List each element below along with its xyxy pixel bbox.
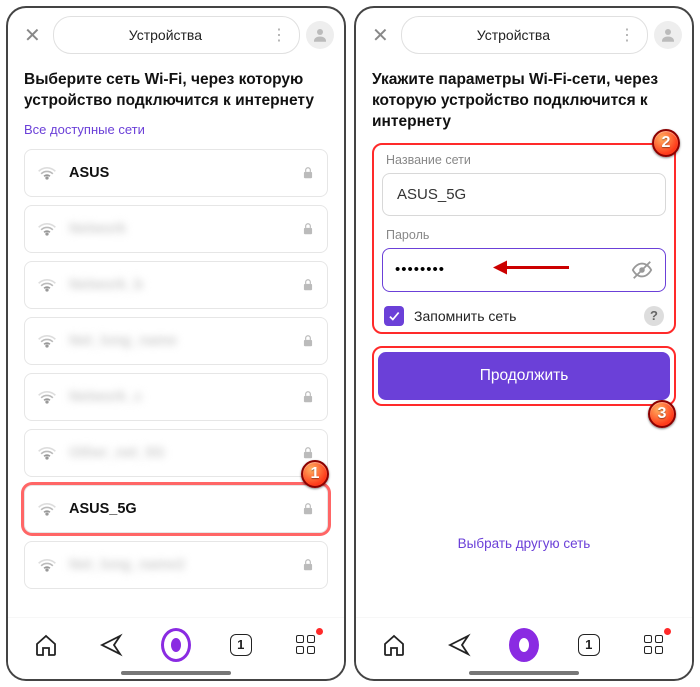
content-left: Выберите сеть Wi-Fi, через которую устро… <box>8 62 344 617</box>
network-name: ASUS <box>69 165 289 181</box>
remember-label: Запомнить сеть <box>414 308 634 324</box>
lock-icon <box>301 502 315 516</box>
bottom-nav: 1 <box>8 617 344 671</box>
ssid-input[interactable] <box>382 173 666 216</box>
remember-checkbox[interactable] <box>384 306 404 326</box>
notification-dot-icon <box>316 628 323 635</box>
network-item[interactable]: Network <box>24 205 328 253</box>
phone-left: ✕ Устройства ⋮ Выберите сеть Wi-Fi, чере… <box>6 6 346 681</box>
title-pill[interactable]: Устройства ⋮ <box>401 16 648 54</box>
wifi-icon <box>37 219 57 239</box>
network-item[interactable]: ASUS <box>24 149 328 197</box>
close-button[interactable]: ✕ <box>366 21 395 50</box>
choose-other-network-link[interactable]: Выбрать другую сеть <box>372 536 676 551</box>
header-title: Устройства <box>414 27 613 43</box>
network-name: Other_net_5G <box>69 445 289 461</box>
bottom-nav: 1 <box>356 617 692 671</box>
page-heading: Укажите параметры Wi-Fi-сети, через кото… <box>372 70 676 133</box>
wifi-icon <box>37 163 57 183</box>
wifi-icon <box>37 443 57 463</box>
nav-home[interactable] <box>31 630 61 660</box>
wifi-icon <box>37 387 57 407</box>
nav-tabs[interactable]: 1 <box>574 630 604 660</box>
header: ✕ Устройства ⋮ <box>8 8 344 62</box>
network-item[interactable]: ASUS_5G <box>24 485 328 533</box>
home-indicator <box>121 671 231 675</box>
network-item[interactable]: Net_long_name2 <box>24 541 328 589</box>
form-highlight: Название сети Пароль Запомнить сеть ? 2 <box>372 143 676 334</box>
toggle-visibility-icon[interactable] <box>631 259 653 281</box>
network-name: Network <box>69 221 289 237</box>
more-icon[interactable]: ⋮ <box>613 25 635 45</box>
wifi-icon <box>37 555 57 575</box>
network-name: Network_c <box>69 389 289 405</box>
remember-row: Запомнить сеть ? <box>384 306 664 326</box>
network-name: Network_b <box>69 277 289 293</box>
lock-icon <box>301 334 315 348</box>
more-icon[interactable]: ⋮ <box>265 25 287 45</box>
password-input[interactable] <box>395 261 631 278</box>
network-name: Net_long_name <box>69 333 289 349</box>
close-button[interactable]: ✕ <box>18 21 47 50</box>
page-heading: Выберите сеть Wi-Fi, через которую устро… <box>24 70 328 112</box>
nav-send[interactable] <box>444 630 474 660</box>
lock-icon <box>301 446 315 460</box>
help-icon[interactable]: ? <box>644 306 664 326</box>
password-field-wrap <box>382 248 666 292</box>
continue-button[interactable]: Продолжить <box>378 352 670 400</box>
password-label: Пароль <box>386 228 662 242</box>
lock-icon <box>301 558 315 572</box>
all-networks-link[interactable]: Все доступные сети <box>24 122 328 137</box>
network-list: ASUS Network Network_b Net_long_name Network… <box>24 149 328 597</box>
network-item[interactable]: Net_long_name <box>24 317 328 365</box>
network-name: Net_long_name2 <box>69 557 289 573</box>
annotation-badge-2: 2 <box>652 129 680 157</box>
nav-tabs[interactable]: 1 <box>226 630 256 660</box>
lock-icon <box>301 278 315 292</box>
network-item[interactable]: Network_c <box>24 373 328 421</box>
nav-home[interactable] <box>379 630 409 660</box>
nav-alice[interactable] <box>161 630 191 660</box>
notification-dot-icon <box>664 628 671 635</box>
header: ✕ Устройства ⋮ <box>356 8 692 62</box>
wifi-icon <box>37 331 57 351</box>
annotation-badge-1: 1 <box>301 460 329 488</box>
person-icon <box>659 26 677 44</box>
nav-send[interactable] <box>96 630 126 660</box>
wifi-icon <box>37 275 57 295</box>
annotation-badge-3: 3 <box>648 400 676 428</box>
network-item[interactable]: Network_b <box>24 261 328 309</box>
person-icon <box>311 26 329 44</box>
network-name: ASUS_5G <box>69 501 289 517</box>
content-right: Укажите параметры Wi-Fi-сети, через кото… <box>356 62 692 617</box>
lock-icon <box>301 390 315 404</box>
nav-menu[interactable] <box>291 630 321 660</box>
title-pill[interactable]: Устройства ⋮ <box>53 16 300 54</box>
lock-icon <box>301 166 315 180</box>
home-indicator <box>469 671 579 675</box>
phone-right: ✕ Устройства ⋮ Укажите параметры Wi-Fi-с… <box>354 6 694 681</box>
ssid-label: Название сети <box>386 153 662 167</box>
header-title: Устройства <box>66 27 265 43</box>
continue-highlight: Продолжить 3 <box>372 346 676 406</box>
network-item[interactable]: Other_net_5G <box>24 429 328 477</box>
nav-alice[interactable] <box>509 630 539 660</box>
nav-menu[interactable] <box>639 630 669 660</box>
wifi-icon <box>37 499 57 519</box>
avatar[interactable] <box>306 21 334 49</box>
lock-icon <box>301 222 315 236</box>
avatar[interactable] <box>654 21 682 49</box>
